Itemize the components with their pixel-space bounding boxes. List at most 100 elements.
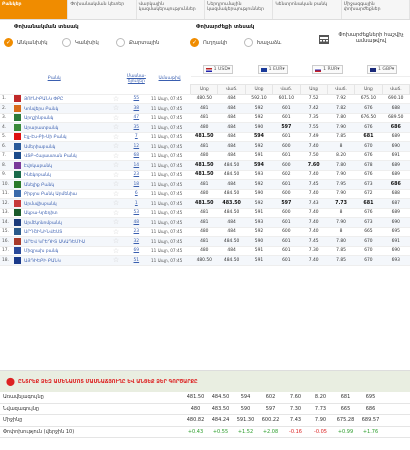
star-icon[interactable]: ☆: [108, 151, 124, 161]
bank-cell[interactable]: Կոնվերս Բանկ: [12, 103, 109, 114]
rate-cell: 592: [245, 141, 273, 152]
branch-count[interactable]: 14: [123, 160, 149, 171]
star-icon[interactable]: ☆: [108, 94, 124, 104]
row-rank: 13.: [0, 208, 13, 218]
star-icon[interactable]: ☆: [108, 122, 124, 133]
star-icon[interactable]: ☆: [108, 217, 124, 228]
branch-count[interactable]: 23: [123, 227, 149, 237]
tab-1[interactable]: Փոխանակման կետեր: [68, 0, 137, 19]
bank-cell[interactable]: ԱՐԴՇԻՆԻՆՎԵՍՏ: [12, 227, 109, 237]
tab-0[interactable]: Բանկեր: [0, 0, 69, 19]
branch-count[interactable]: 32: [123, 236, 149, 247]
branch-count[interactable]: 48: [123, 217, 149, 228]
star-icon[interactable]: ☆: [108, 255, 124, 266]
tab-3[interactable]: Ներդրումային կազմակերպություններ: [204, 0, 274, 19]
bank-cell[interactable]: ԱՐԵՎ ԿՐԵԴԻՏ ԱԿԱԴԵՄԻԱ: [12, 236, 109, 247]
star-icon[interactable]: ☆: [108, 103, 124, 114]
col-date-header[interactable]: Ամսաթիվ: [149, 64, 191, 95]
star-icon[interactable]: ☆: [108, 189, 124, 199]
bank-logo-icon: [14, 161, 22, 169]
star-icon[interactable]: ☆: [108, 198, 124, 209]
star-icon[interactable]: ☆: [108, 170, 124, 180]
summary-value: 483.50: [211, 405, 230, 412]
currency-eur-select[interactable]: 1 EUR ▾: [245, 64, 301, 77]
bank-cell[interactable]: Արմէկոնոմբանկ: [12, 217, 109, 228]
rate-cell: 481: [190, 103, 218, 114]
currency-gbp-select[interactable]: 1 GBP ▾: [354, 64, 410, 77]
update-date: 11 Ապր, 07:45: [149, 198, 191, 209]
bank-cell[interactable]: Էյչ-Էս-Բի-Սի Բանկ: [12, 132, 109, 142]
sell-header[interactable]: Վաճ.: [326, 83, 356, 95]
branch-count[interactable]: 51: [123, 255, 149, 266]
rate-cell: 676: [354, 151, 383, 161]
buy-header[interactable]: Առք: [299, 83, 328, 95]
sell-header[interactable]: Վաճ.: [217, 83, 246, 95]
tab-4[interactable]: Կենտրոնական բանկ: [273, 0, 342, 19]
branch-count[interactable]: 55: [123, 94, 149, 104]
rate-cell: 676: [354, 103, 383, 114]
rate-cell: 480: [190, 151, 218, 161]
tab-2[interactable]: Վարկային կազմակերպություններ: [136, 0, 205, 19]
bank-cell[interactable]: ՎՏԲ-Հայաստան Բանկ: [12, 151, 109, 161]
star-icon[interactable]: ☆: [108, 113, 124, 123]
branch-count[interactable]: 38: [123, 103, 149, 114]
star-icon[interactable]: ☆: [108, 208, 124, 218]
rate-type-title: Փոխարժեքի տեսակ: [196, 24, 255, 30]
row-rank: 14.: [0, 217, 13, 228]
bank-cell[interactable]: Ակբա-Կրեդիտ: [12, 208, 109, 218]
col-bank-header[interactable]: Բանկ: [0, 64, 109, 95]
bank-cell[interactable]: Արմսվիսբանկ: [12, 198, 109, 209]
bank-cell[interactable]: Միզրախ բանկ: [12, 246, 109, 256]
branch-count[interactable]: 1: [123, 198, 149, 209]
buy-header[interactable]: Առք: [190, 83, 219, 95]
calculator-link[interactable]: Փոխարժեքների հաշվիչ ամսաթվով: [334, 32, 408, 45]
star-icon[interactable]: ☆: [108, 160, 124, 171]
bank-cell[interactable]: Արդշինբանկ: [12, 113, 109, 123]
tab-5[interactable]: Միջազգային փոխարժեքներ: [341, 0, 410, 19]
star-icon[interactable]: ☆: [108, 132, 124, 142]
branch-count[interactable]: 23: [123, 170, 149, 180]
bank-cell[interactable]: ԱՅԴԻԵԲԻ ԲԱՆԿ: [12, 255, 109, 266]
radio-cash[interactable]: Կանխիկ: [62, 38, 99, 47]
bank-cell[interactable]: Բիբլոս Բանկ Արմենիա: [12, 189, 109, 199]
sell-header[interactable]: Վաճ.: [272, 83, 301, 95]
radio-direct[interactable]: ✓ Ուղղակի: [190, 38, 227, 47]
bank-cell[interactable]: Էվոկաբանկ: [12, 160, 109, 171]
star-icon[interactable]: ☆: [108, 227, 124, 237]
star-icon[interactable]: ☆: [108, 179, 124, 190]
radio-cross[interactable]: Խաչաձև: [244, 38, 281, 47]
star-icon[interactable]: ☆: [108, 246, 124, 256]
branch-count[interactable]: 53: [123, 208, 149, 218]
branch-count[interactable]: 69: [123, 246, 149, 256]
bank-cell[interactable]: ՅՈՒՆԻԲԱՆԿ ՓԲԸ: [12, 94, 109, 104]
star-icon[interactable]: ☆: [108, 141, 124, 152]
sell-header[interactable]: Վաճ.: [381, 83, 410, 95]
branch-count[interactable]: 18: [123, 179, 149, 190]
summary-value: 484.24: [211, 417, 230, 424]
bank-cell[interactable]: Ինեկոբանկ: [12, 170, 109, 180]
bank-cell[interactable]: Անելիք Բանկ: [12, 179, 109, 190]
currency-rur-select[interactable]: 1 RUR ▾: [300, 64, 355, 77]
rate-cell: 593: [245, 217, 273, 228]
radio-noncash[interactable]: ✓ Անկանխիկ: [4, 38, 48, 47]
branch-count[interactable]: 35: [123, 122, 149, 133]
rate-cell: 484: [217, 122, 246, 133]
bank-cell[interactable]: Ամերիաբանկ: [12, 141, 109, 152]
calculator-icon[interactable]: [318, 33, 330, 45]
bank-cell[interactable]: Արարատբանկ: [12, 122, 109, 133]
branch-count[interactable]: 7: [123, 132, 149, 142]
branch-count[interactable]: 6: [123, 189, 149, 199]
buy-header[interactable]: Առք: [244, 83, 274, 95]
rate-cell: 601: [272, 179, 301, 190]
row-rank: 5.: [0, 132, 13, 142]
branch-count[interactable]: 47: [123, 113, 149, 123]
star-icon[interactable]: ☆: [108, 236, 124, 247]
branch-count[interactable]: 68: [123, 151, 149, 161]
rate-cell: 591: [245, 246, 273, 256]
buy-header[interactable]: Առք: [354, 83, 383, 95]
col-branch-header[interactable]: Մասնա-ճյուղեր: [123, 64, 149, 95]
branches-map-banner[interactable]: ⬤ ԸՆՏՐԵՔ ՁԵԶ ԱՄԵՆԱՄՈՏ ՄԱՍՆԱՃՅՈՒՂԸ ԵՎ ԱՆՑ…: [0, 370, 410, 392]
radio-card[interactable]: Քարտային: [116, 38, 159, 47]
currency-usd-select[interactable]: 1 USD ▾: [190, 64, 246, 77]
branch-count[interactable]: 12: [123, 141, 149, 152]
